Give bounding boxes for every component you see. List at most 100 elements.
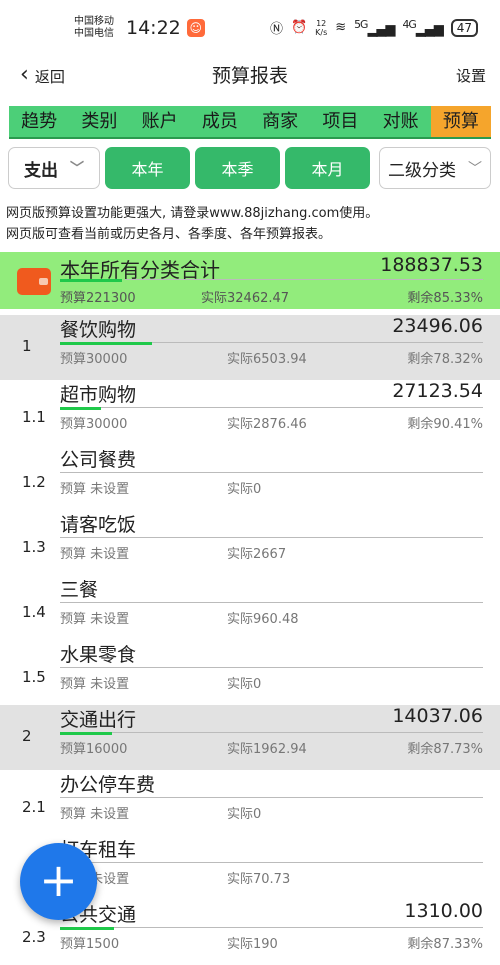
remaining-percent: 剩余90.41% [407, 417, 483, 432]
tab-merchant[interactable]: 商家 [250, 106, 310, 137]
category-row[interactable]: 1.5 水果零食预算 未设置 实际0 [0, 640, 500, 705]
category-details: 预算 未设置 实际960.48 [60, 608, 483, 627]
chevron-down-icon: ﹀ [468, 161, 482, 177]
chevron-left-icon: ‹ [20, 62, 29, 87]
wifi-icon: ≋ [335, 20, 347, 36]
period-month-button[interactable]: 本月 [285, 147, 370, 189]
category-row[interactable]: 2 交通出行 14037.06 预算16000 实际1962.94 剩余87.73% [0, 705, 500, 770]
category-details: 预算 未设置 实际0 [60, 478, 483, 497]
row-index: 1 [22, 337, 32, 355]
network-speed: 12 K/s [315, 18, 328, 37]
actual-value: 实际6503.94 [227, 352, 307, 367]
remaining-percent: 剩余87.73% [407, 742, 483, 757]
category-details: 预算1500 实际190 剩余87.33% [60, 933, 483, 952]
progress-track [60, 797, 483, 798]
alarm-icon: ⏰ [290, 20, 308, 36]
level-select[interactable]: 二级分类 ﹀ [379, 147, 491, 189]
tab-account[interactable]: 账户 [130, 106, 190, 137]
budget-value: 预算16000 [60, 742, 128, 757]
progress-track [60, 472, 483, 473]
carrier-1: 中国移动 [74, 16, 114, 27]
progress-track [60, 602, 483, 603]
budget-value: 预算30000 [60, 352, 128, 367]
page-title: 预算报表 [211, 65, 288, 87]
chevron-down-icon: ﹀ [70, 161, 84, 177]
progress-bar [60, 732, 112, 735]
carrier-info: 中国移动 中国电信 [74, 16, 124, 40]
status-time: 14:22 [126, 17, 181, 39]
total-budget: 预算221300 [60, 291, 136, 306]
tab-reconcile[interactable]: 对账 [371, 106, 431, 137]
progress-bar [60, 342, 152, 345]
period-quarter-button[interactable]: 本季 [195, 147, 280, 189]
total-progress-track [125, 279, 483, 280]
tab-category[interactable]: 类别 [69, 106, 129, 137]
category-name: 水果零食 [60, 644, 137, 666]
actual-value: 实际70.73 [227, 872, 291, 887]
progress-track [60, 862, 483, 863]
category-details: 预算 未设置 实际0 [60, 673, 483, 692]
row-index: 2 [22, 727, 32, 745]
progress-track [60, 407, 483, 408]
web-notice: 网页版预算设置功能更强大, 请登录www.88jizhang.com使用。 网页… [0, 203, 500, 245]
category-name: 办公停车费 [60, 774, 156, 796]
period-year-button[interactable]: 本年 [105, 147, 190, 189]
tab-budget[interactable]: 预算 [430, 106, 491, 137]
signal-icon: 5G▂▄▆ [354, 18, 395, 38]
row-index: 1.4 [22, 603, 46, 621]
remaining-percent: 剩余78.32% [407, 352, 483, 367]
category-details: 预算 未设置 实际0 [60, 803, 483, 822]
progress-track [60, 537, 483, 538]
wallet-icon [17, 268, 51, 295]
row-index: 2.3 [22, 928, 46, 946]
add-button[interactable]: + [20, 843, 97, 920]
report-tabs: 趋势 类别 账户 成员 商家 项目 对账 预算 [9, 106, 491, 139]
battery-icon: 47 [450, 18, 478, 37]
category-row[interactable]: 1.1 超市购物 27123.54 预算30000 实际2876.46 剩余90.41% [0, 380, 500, 445]
category-name: 超市购物 [60, 384, 137, 406]
actual-value: 实际2876.46 [227, 417, 307, 432]
category-name: 三餐 [60, 579, 99, 601]
category-row[interactable]: 1.2 公司餐费预算 未设置 实际0 [0, 445, 500, 510]
row-index: 1.5 [22, 668, 46, 686]
signal-icon-2: 4G▂▄▆ [402, 18, 443, 38]
category-row[interactable]: 2.1 办公停车费预算 未设置 实际0 [0, 770, 500, 835]
budget-value: 预算 未设置 [60, 807, 130, 822]
nav-bar: ‹ 返回 预算报表 设置 [0, 56, 500, 96]
tab-trend[interactable]: 趋势 [9, 106, 69, 137]
carrier-2: 中国电信 [74, 28, 114, 39]
type-select-value: 支出 [24, 160, 58, 181]
category-remaining-amount: 14037.06 [392, 705, 483, 727]
row-index: 1.2 [22, 473, 46, 491]
notice-line-1: 网页版预算设置功能更强大, 请登录www.88jizhang.com使用。 [6, 206, 379, 221]
category-row[interactable]: 1.3 请客吃饭 预算 未设置 实际2667 [0, 510, 500, 575]
tab-member[interactable]: 成员 [190, 106, 250, 137]
budget-value: 预算 未设置 [60, 677, 130, 692]
actual-value: 实际960.48 [227, 612, 299, 627]
settings-button[interactable]: 设置 [456, 56, 486, 96]
category-remaining-amount: 27123.54 [392, 380, 483, 402]
tab-project[interactable]: 项目 [310, 106, 370, 137]
type-select[interactable]: 支出 ﹀ [8, 147, 100, 189]
category-row[interactable]: 1.4 三餐预算 未设置 实际960.48 [0, 575, 500, 640]
row-index: 1.1 [22, 408, 46, 426]
category-name: 交通出行 [60, 709, 137, 731]
category-name: 公司餐费 [60, 449, 137, 471]
progress-bar [60, 927, 114, 930]
actual-value: 实际0 [227, 807, 262, 822]
back-label: 返回 [34, 67, 65, 86]
budget-value: 预算 未设置 [60, 612, 130, 627]
actual-value: 实际1962.94 [227, 742, 307, 757]
back-button[interactable]: ‹ 返回 [20, 56, 65, 96]
notice-line-2: 网页版可查看当前或历史各月、各季度、各年预算报表。 [6, 227, 332, 242]
budget-value: 预算30000 [60, 417, 128, 432]
category-remaining-amount: 1310.00 [404, 900, 483, 922]
actual-value: 实际190 [227, 937, 278, 952]
actual-value: 实际2667 [227, 547, 287, 562]
category-details: 预算 未设置实际70.73 [60, 868, 483, 887]
category-details: 预算30000 实际2876.46 剩余90.41% [60, 413, 483, 432]
row-index: 2.1 [22, 798, 46, 816]
total-summary-row[interactable]: 本年所有分类合计 188837.53 预算221300 实际32462.47 剩… [0, 252, 500, 309]
category-row[interactable]: 1 餐饮购物 23496.06 预算30000 实际6503.94 剩余78.32% [0, 315, 500, 380]
budget-value: 预算 未设置 [60, 482, 130, 497]
